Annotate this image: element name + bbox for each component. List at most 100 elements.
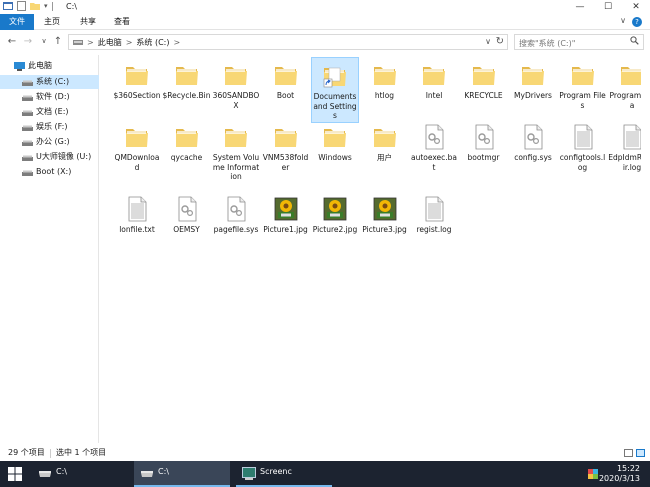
file-item[interactable]: config.sys [509,119,557,185]
explorer-app-icon[interactable] [3,1,13,11]
file-item[interactable]: Picture1.jpg [262,191,310,257]
folder-icon [225,129,247,147]
details-view-button[interactable] [624,449,633,457]
nav-item-drive[interactable]: U大师镜像 (U:) [0,150,99,164]
drive-icon [39,471,51,477]
close-button[interactable]: ✕ [622,0,650,14]
tray-network-icon[interactable] [588,469,598,479]
file-item[interactable]: $Recycle.Bin [163,57,211,123]
image-file-icon [373,197,396,221]
folder-icon [423,67,445,85]
file-name: lonfile.txt [119,225,155,234]
vertical-scrollbar[interactable] [641,55,650,443]
file-item[interactable]: $360Section [113,57,161,123]
nav-item-drive[interactable]: 办公 (G:) [0,135,99,149]
large-icons-view-button[interactable] [636,449,645,457]
file-item[interactable]: KRECYCLE [460,57,508,123]
folder-icon [274,67,297,85]
nav-item-drive[interactable]: Boot (X:) [0,165,99,179]
new-folder-icon[interactable] [30,1,40,11]
taskbar-item-label: Screenc [260,467,292,476]
address-bar[interactable]: > 此电脑 > 系统 (C:) > ∨ ↻ [68,34,508,50]
file-item[interactable]: qycache [163,119,211,185]
refresh-icon[interactable]: ↻ [496,36,504,47]
image-file-icon [274,197,297,221]
file-name: autoexec.bat [410,153,458,172]
file-item[interactable]: Intel [410,57,458,123]
file-item[interactable]: System Volume Information [212,119,260,185]
file-item[interactable]: Boot [262,57,310,123]
file-name: pagefile.sys [213,225,259,234]
file-item[interactable]: lonfile.txt [113,191,161,257]
qat-dropdown-icon[interactable]: ▾ [44,2,48,10]
ribbon-expand-icon[interactable]: ∨ [620,16,626,25]
recent-locations-button[interactable]: ∨ [38,35,50,48]
tab-home[interactable]: 主页 [36,14,68,30]
file-item[interactable]: Picture3.jpg [361,191,409,257]
nav-item-drive[interactable]: 娱乐 (F:) [0,120,99,134]
breadcrumb-this-pc[interactable]: 此电脑 [98,37,122,48]
file-item[interactable]: OEMSY [163,191,211,257]
file-item[interactable]: Documents and Settings [311,57,359,123]
help-icon[interactable]: ? [632,17,642,27]
up-button[interactable]: ↑ [52,35,64,48]
nav-item-drive[interactable]: 文档 (E:) [0,105,99,119]
file-name: OEMSY [173,225,200,234]
windows-start-icon[interactable] [8,467,22,481]
forward-button[interactable]: → [22,35,34,48]
address-dropdown-icon[interactable]: ∨ [485,37,491,46]
nav-item-label: U大师镜像 (U:) [36,152,92,161]
tab-file[interactable]: 文件 [0,14,34,30]
file-item[interactable]: autoexec.bat [410,119,458,185]
file-name: $Recycle.Bin [162,91,211,100]
nav-item-label: Boot (X:) [36,167,72,176]
shortcut-folder-icon [323,67,346,88]
taskbar-item-explorer-2[interactable]: C:\ [134,461,230,487]
quick-access-toolbar: ▾ [3,1,53,11]
file-name: Picture1.jpg [263,225,308,234]
taskbar-item-explorer-1[interactable]: C:\ [34,461,130,487]
file-item[interactable]: 360SANDBOX [212,57,260,123]
file-item[interactable]: regist.log [410,191,458,257]
file-item[interactable]: QMDownload [113,119,161,185]
file-item[interactable]: MyDrivers [509,57,557,123]
breadcrumb: > 此电脑 > 系统 (C:) > [73,37,180,48]
folder-icon [373,129,396,147]
file-name: bootmgr [467,153,500,162]
file-item[interactable]: Picture2.jpg [311,191,359,257]
minimize-button[interactable]: — [566,0,594,14]
back-button[interactable]: ← [6,35,18,48]
file-name: System Volume Information [212,153,260,181]
file-item[interactable]: Program Files [559,57,607,123]
folder-icon [175,129,198,147]
system-file-icon [425,124,444,150]
file-item[interactable]: pagefile.sys [212,191,260,257]
nav-item-label: 此电脑 [28,61,52,70]
drive-icon [22,168,33,182]
properties-icon[interactable] [17,1,26,11]
file-item[interactable]: 用户 [361,119,409,185]
taskbar-item-screencap[interactable]: Screenc [236,461,332,487]
nav-item-drive[interactable]: 软件 (D:) [0,90,99,104]
breadcrumb-drive-c[interactable]: 系统 (C:) [136,37,169,48]
file-item[interactable]: bootmgr [460,119,508,185]
breadcrumb-separator: > [173,38,181,47]
nav-item-label: 办公 (G:) [36,137,70,146]
taskbar-item-label: C:\ [158,467,169,476]
tab-view[interactable]: 查看 [106,14,138,30]
breadcrumb-separator: > [125,38,133,47]
text-file-icon [574,124,592,150]
file-item[interactable]: htlog [361,57,409,123]
search-input[interactable]: 搜索"系统 (C:)" [514,34,644,50]
nav-item-drive[interactable]: 系统 (C:) [0,75,99,89]
file-item[interactable]: Windows [311,119,359,185]
folder-icon [571,67,594,85]
file-item[interactable]: VNM538folder [262,119,310,185]
title-separator [51,1,53,11]
tray-clock[interactable]: 15:22 2020/3/13 [599,464,640,484]
nav-item-this-pc[interactable]: 此电脑 [0,59,99,73]
file-name: Program Files [559,91,606,110]
file-item[interactable]: configtools.log [559,119,607,185]
tab-share[interactable]: 共享 [72,14,104,30]
maximize-button[interactable]: ☐ [594,0,622,14]
